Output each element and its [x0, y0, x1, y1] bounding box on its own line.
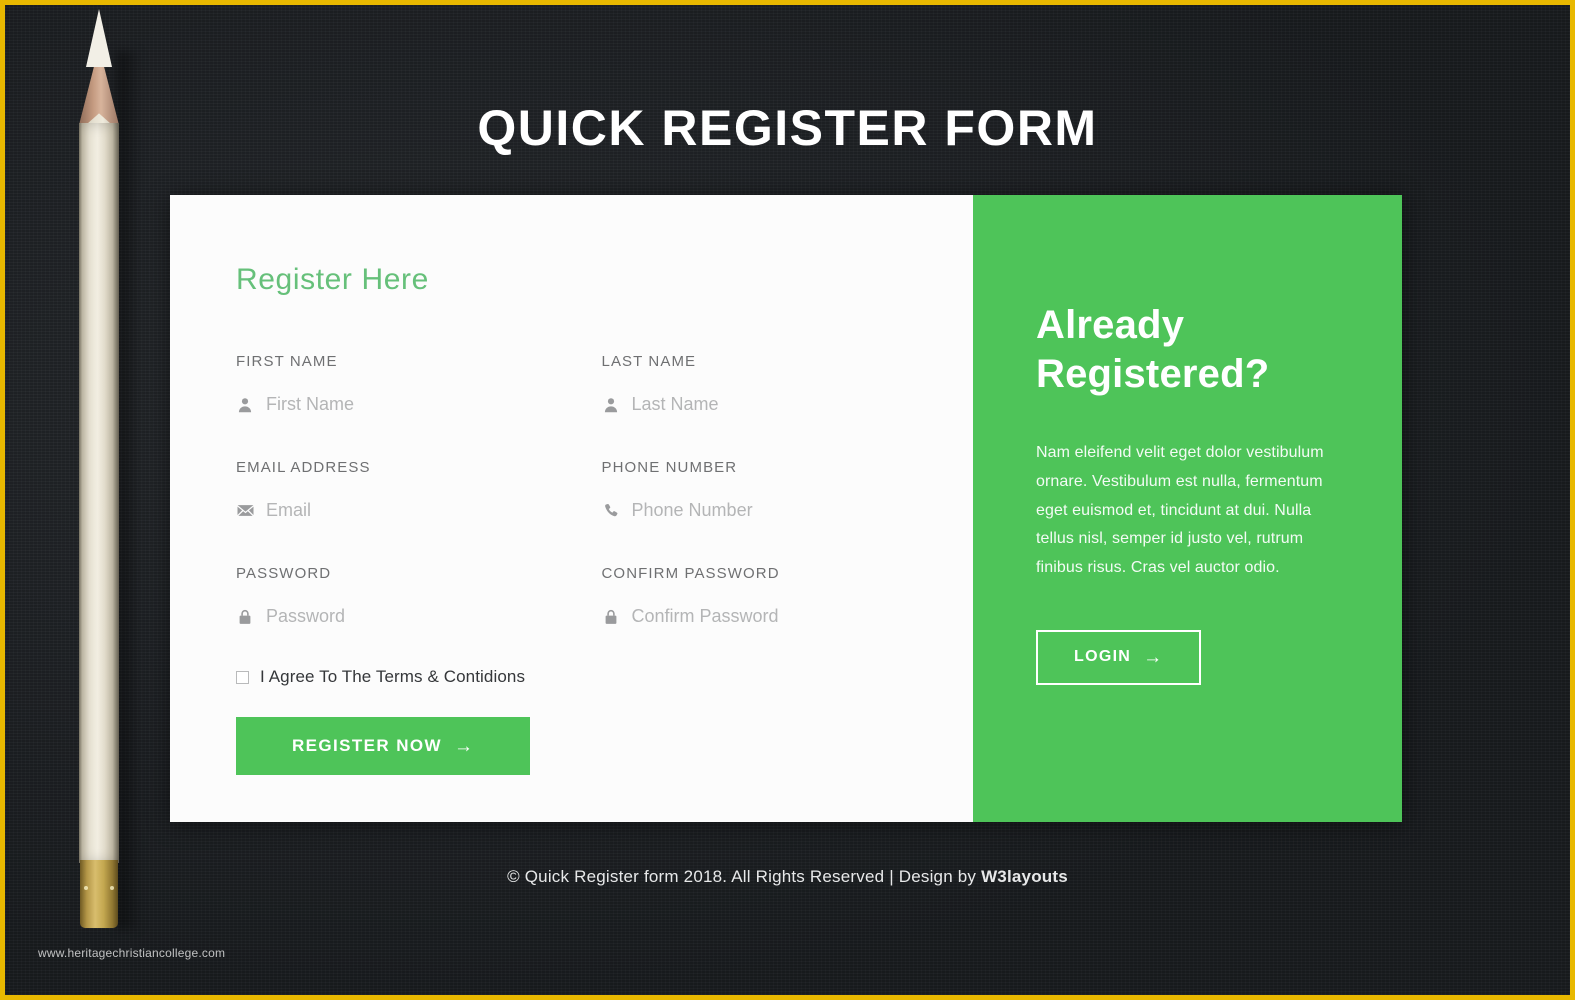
arrow-right-icon: →	[453, 735, 475, 757]
login-button-label: LOGIN	[1074, 648, 1132, 665]
pencil-body	[79, 123, 119, 863]
field-password: PASSWORD	[236, 565, 546, 629]
terms-checkbox[interactable]	[236, 670, 249, 684]
field-email: EMAIL ADDRESS	[236, 459, 546, 523]
form-heading: Register Here	[236, 263, 429, 296]
already-registered-panel: Already Registered? Nam eleifend velit e…	[973, 195, 1402, 822]
label-first-name: FIRST NAME	[236, 353, 338, 370]
field-grid: FIRST NAME LAST NAME	[236, 353, 911, 671]
lock-icon	[236, 608, 254, 626]
arrow-right-icon: →	[1143, 646, 1164, 668]
input-wrap-confirm-password	[602, 604, 911, 629]
email-input[interactable]	[266, 498, 546, 523]
watermark: www.heritagechristiancollege.com	[38, 946, 226, 960]
user-icon	[236, 396, 254, 414]
footer: © Quick Register form 2018. All Rights R…	[5, 867, 1570, 887]
first-name-input[interactable]	[266, 392, 546, 417]
pencil-tip	[86, 9, 112, 67]
label-email: EMAIL ADDRESS	[236, 459, 371, 476]
email-icon	[236, 502, 254, 520]
pencil-shadow	[117, 51, 141, 929]
terms-row: I Agree To The Terms & Contidions	[236, 667, 911, 687]
page-title: QUICK REGISTER FORM	[477, 100, 1098, 156]
form-panel: Register Here FIRST NAME LAST NAME	[170, 195, 973, 822]
label-confirm-password: CONFIRM PASSWORD	[601, 565, 780, 582]
input-wrap-phone	[602, 498, 911, 523]
label-phone: PHONE NUMBER	[601, 459, 738, 476]
input-wrap-email	[236, 498, 546, 523]
input-wrap-last-name	[602, 392, 911, 417]
user-icon	[602, 396, 620, 414]
footer-text: © Quick Register form 2018. All Rights R…	[507, 867, 982, 886]
lock-icon	[602, 608, 620, 626]
phone-input[interactable]	[631, 498, 911, 523]
phone-icon	[602, 502, 620, 520]
register-button-label: REGISTER NOW	[292, 736, 442, 755]
register-card: Register Here FIRST NAME LAST NAME	[170, 195, 1402, 822]
last-name-input[interactable]	[631, 392, 911, 417]
side-panel-heading: Already Registered?	[1036, 303, 1270, 397]
register-now-button[interactable]: REGISTER NOW →	[236, 717, 531, 775]
field-phone: PHONE NUMBER	[601, 459, 911, 523]
input-wrap-first-name	[236, 392, 546, 417]
terms-label[interactable]: I Agree To The Terms & Contidions	[260, 667, 525, 687]
login-button[interactable]: LOGIN →	[1036, 629, 1202, 685]
password-input[interactable]	[266, 604, 546, 629]
side-panel-paragraph: Nam eleifend velit eget dolor vestibulum…	[1036, 444, 1324, 576]
label-last-name: LAST NAME	[601, 353, 697, 370]
footer-brand-link[interactable]: W3layouts	[981, 867, 1068, 886]
label-password: PASSWORD	[236, 565, 332, 582]
confirm-password-input[interactable]	[631, 604, 911, 629]
field-first-name: FIRST NAME	[236, 353, 546, 417]
field-confirm-password: CONFIRM PASSWORD	[601, 565, 911, 629]
field-last-name: LAST NAME	[601, 353, 911, 417]
page-root: QUICK REGISTER FORM Register Here FIRST …	[0, 0, 1575, 1000]
input-wrap-password	[236, 604, 546, 629]
